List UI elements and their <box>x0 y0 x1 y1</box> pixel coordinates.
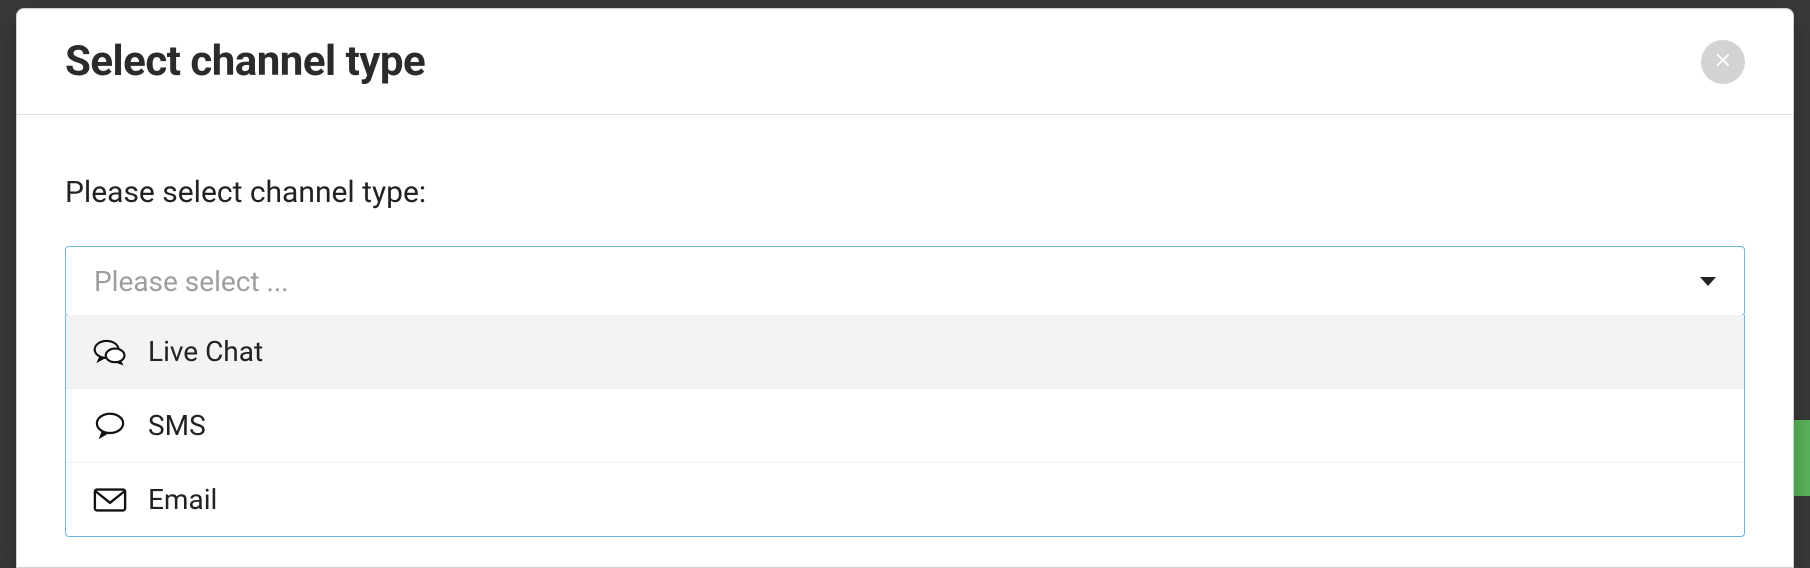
close-icon <box>1712 49 1734 75</box>
comment-icon <box>92 412 128 440</box>
modal-body: Please select channel type: Please selec… <box>17 115 1793 356</box>
chats-icon <box>92 338 128 366</box>
envelope-icon <box>92 486 128 514</box>
channel-select-dropdown: Live Chat SMS <box>65 315 1745 537</box>
channel-select-placeholder: Please select ... <box>94 265 289 298</box>
caret-down-icon <box>1700 277 1716 286</box>
option-label: Email <box>148 483 217 516</box>
modal-title: Select channel type <box>65 37 425 86</box>
option-email[interactable]: Email <box>66 462 1744 536</box>
modal-header: Select channel type <box>17 9 1793 115</box>
option-live-chat[interactable]: Live Chat <box>66 315 1744 388</box>
select-channel-modal: Select channel type Please select channe… <box>16 8 1794 568</box>
close-button[interactable] <box>1701 40 1745 84</box>
channel-select: Please select ... Live Chat <box>65 246 1745 316</box>
option-label: Live Chat <box>148 335 263 368</box>
channel-select-input[interactable]: Please select ... <box>65 246 1745 316</box>
prompt-label: Please select channel type: <box>65 175 1745 210</box>
option-sms[interactable]: SMS <box>66 388 1744 462</box>
option-label: SMS <box>148 409 206 442</box>
